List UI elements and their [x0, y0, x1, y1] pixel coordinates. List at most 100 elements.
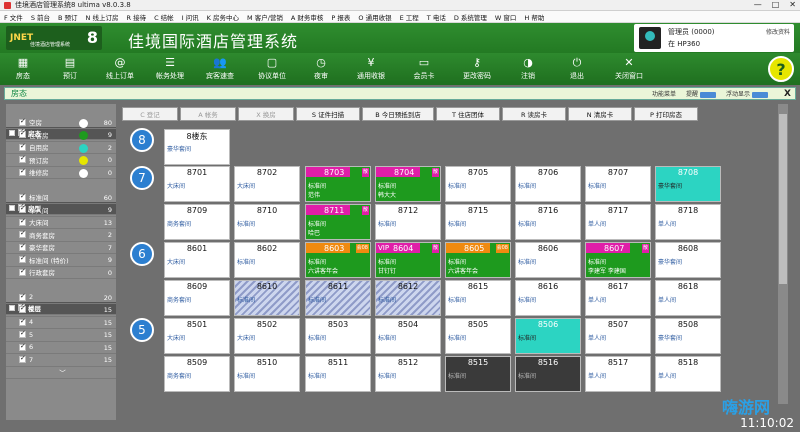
checkbox[interactable] [19, 254, 26, 264]
room-card[interactable]: 8717 单人间 [585, 204, 651, 240]
help-button[interactable]: ? [768, 56, 794, 82]
room-card[interactable]: 8503 标准间 [305, 318, 371, 354]
filter-item[interactable]: 豪华套房 7 [6, 242, 116, 254]
menu-item[interactable]: A 财务审核 [291, 12, 324, 22]
room-card[interactable]: 8608 豪华套间 [655, 242, 721, 278]
room-card[interactable]: 8618 单人间 [655, 280, 721, 316]
room-card[interactable]: 8518 单人间 [655, 356, 721, 392]
filter-item[interactable]: 3 15 [6, 304, 116, 317]
room-card[interactable]: 8501 大床间 [164, 318, 230, 354]
checkbox[interactable] [19, 117, 26, 126]
room-card[interactable]: 8616 标准间 [515, 280, 581, 316]
toolbar-grid-button[interactable]: ▦ 房态 [0, 53, 46, 85]
room-card[interactable]: 8606 标准间 [515, 242, 581, 278]
checkbox[interactable] [19, 204, 26, 214]
menu-item[interactable]: S 前台 [31, 12, 50, 22]
room-card[interactable]: 8506 标准间 [515, 318, 581, 354]
filter-item[interactable]: 空房 80 [6, 117, 116, 129]
filter-item[interactable]: 6 15 [6, 342, 116, 354]
close-window-icon[interactable]: ✕ [789, 0, 796, 9]
menu-item[interactable]: N 线上订房 [86, 12, 119, 22]
checkbox[interactable] [19, 142, 26, 151]
room-card[interactable]: 8704 散标准间 韩大大 [375, 166, 441, 202]
room-card[interactable]: VIP 8604 散标准间 甘钉钉 [375, 242, 441, 278]
action-button[interactable]: N 清房卡 [568, 107, 632, 121]
room-card[interactable]: 8709 商务套间 [164, 204, 230, 240]
action-button[interactable]: T 住店团体 [436, 107, 500, 121]
menu-item[interactable]: T 电话 [427, 12, 446, 22]
menu-item[interactable]: M 客户/营销 [247, 12, 283, 22]
checkbox[interactable] [19, 317, 26, 326]
menu-item[interactable]: R 接待 [126, 12, 146, 22]
menu-item[interactable]: I 问讯 [182, 12, 199, 22]
toolbar-money-button[interactable]: ☰ 帐务处理 [146, 53, 194, 85]
toolbar-key-button[interactable]: ⚷ 更改密码 [450, 53, 504, 85]
menu-item[interactable]: O 通用收银 [358, 12, 391, 22]
filter-item[interactable]: 维修房 0 [6, 167, 116, 179]
room-card[interactable]: 8602 标准间 [234, 242, 300, 278]
checkbox[interactable] [19, 242, 26, 251]
action-button[interactable]: P 打印房态 [634, 107, 698, 121]
filter-item[interactable]: 行政套房 0 [6, 267, 116, 279]
checkbox[interactable] [19, 329, 26, 339]
more-chevron-icon[interactable]: ﹀ [6, 367, 116, 379]
toolbar-close-button[interactable]: ✕ 关闭窗口 [602, 53, 656, 85]
filter-item[interactable]: 2 20 [6, 292, 116, 304]
room-card[interactable]: 8617 单人间 [585, 280, 651, 316]
menu-item[interactable]: F 文件 [4, 12, 23, 22]
toolbar-calendar-button[interactable]: ▤ 预订 [46, 53, 94, 85]
action-button[interactable]: B 今日预抵到店 [362, 107, 434, 121]
room-card[interactable]: 8712 标准间 [375, 204, 441, 240]
function-menu-toggle[interactable]: 功能菜单 [652, 89, 676, 98]
checkbox[interactable] [19, 342, 26, 351]
room-card[interactable]: 8512 标准间 [375, 356, 441, 392]
action-button[interactable]: X 换房 [238, 107, 294, 121]
toolbar-card-button[interactable]: ▭ 会员卡 [398, 53, 450, 85]
room-card[interactable]: 8517 单人间 [585, 356, 651, 392]
floor-badge[interactable]: 5 [130, 318, 154, 342]
room-card[interactable]: 8609 商务套间 [164, 280, 230, 316]
room-card[interactable]: 8716 标准间 [515, 204, 581, 240]
room-card[interactable]: 8603 会08 标准间 六讲客年会 [305, 242, 371, 278]
scrollbar-thumb[interactable] [779, 114, 787, 284]
filter-item[interactable]: 商务套房 2 [6, 229, 116, 242]
checkbox[interactable] [19, 154, 26, 164]
checkbox[interactable] [19, 229, 26, 239]
room-card[interactable]: 8509 商务套间 [164, 356, 230, 392]
room-card[interactable]: 8615 标准间 [445, 280, 511, 316]
action-button[interactable]: R 读房卡 [502, 107, 566, 121]
room-card[interactable]: 8703 散标准间 范伟 [305, 166, 371, 202]
toolbar-people-button[interactable]: 👥 宾客速查 [194, 53, 246, 85]
room-card[interactable]: 8605 会08 标准间 六讲客年会 [445, 242, 511, 278]
menu-item[interactable]: E 工程 [400, 12, 419, 22]
action-button[interactable]: C 登记 [122, 107, 178, 121]
room-card[interactable]: 8705 标准间 [445, 166, 511, 202]
checkbox[interactable] [19, 129, 26, 139]
filter-item[interactable]: 7 15 [6, 354, 116, 367]
room-card[interactable]: 8708 豪华套间 [655, 166, 721, 202]
menu-item[interactable]: C 结帐 [154, 12, 174, 22]
room-card[interactable]: 8718 单人间 [655, 204, 721, 240]
floor-badge[interactable]: 7 [130, 166, 154, 190]
room-card[interactable]: 8607 散标准间 李建军 李建国 [585, 242, 651, 278]
menu-item[interactable]: H 帮助 [524, 12, 544, 22]
room-card[interactable]: 8610 标准间 [234, 280, 300, 316]
toolbar-at-button[interactable]: @ 线上订单 [94, 53, 146, 85]
filter-item[interactable]: 单人间 9 [6, 204, 116, 217]
room-card[interactable]: 8706 标准间 [515, 166, 581, 202]
toolbar-yen-button[interactable]: ¥ 通用收银 [344, 53, 398, 85]
float-display-switch[interactable] [752, 91, 769, 98]
filter-item[interactable]: 4 15 [6, 317, 116, 329]
room-card[interactable]: 8507 单人间 [585, 318, 651, 354]
room-card[interactable]: 8502 大床间 [234, 318, 300, 354]
panel-close-icon[interactable]: X [784, 89, 791, 99]
menu-item[interactable]: W 窗口 [495, 12, 517, 22]
room-card[interactable]: 8611 标准间 [305, 280, 371, 316]
filter-item[interactable]: 自用房 2 [6, 142, 116, 154]
room-card[interactable]: 8707 标准间 [585, 166, 651, 202]
vertical-scrollbar[interactable] [778, 104, 788, 404]
floor-badge[interactable]: 8 [130, 128, 154, 152]
checkbox[interactable] [19, 267, 26, 276]
toolbar-logout-button[interactable]: ◑ 注销 [504, 53, 552, 85]
filter-item[interactable]: 5 15 [6, 329, 116, 342]
